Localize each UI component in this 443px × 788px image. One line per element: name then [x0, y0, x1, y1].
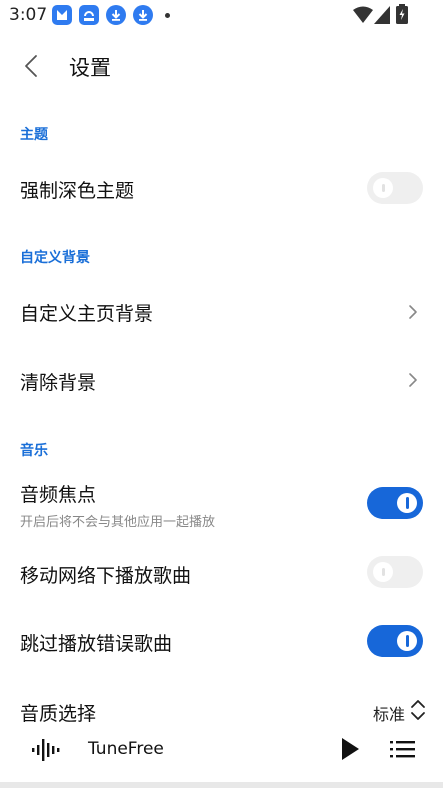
cloud-notification-icon: [79, 5, 99, 25]
section-title-background: 自定义背景: [20, 250, 90, 266]
setting-label: 跳过播放错误歌曲: [20, 633, 173, 655]
waveform-icon: [32, 739, 60, 761]
header: 设置: [0, 40, 443, 92]
status-bar: 3:07: [0, 0, 443, 32]
battery-icon: [396, 4, 408, 24]
quality-value: 标准: [372, 705, 405, 724]
section-title-music: 音乐: [20, 443, 48, 459]
back-button[interactable]: [16, 50, 48, 82]
play-icon: [342, 738, 359, 760]
chevron-up-down-icon: [411, 700, 425, 720]
setting-label: 清除背景: [20, 372, 97, 394]
setting-label: 音频焦点: [20, 484, 97, 506]
setting-clear-background[interactable]: 清除背景: [0, 350, 443, 410]
toggle-knob: [373, 562, 393, 582]
setting-force-dark-theme[interactable]: 强制深色主题: [0, 160, 443, 216]
setting-mobile-network-playback[interactable]: 移动网络下播放歌曲: [0, 542, 443, 602]
setting-label: 移动网络下播放歌曲: [20, 565, 192, 587]
download-icon: [133, 5, 153, 25]
setting-label: 自定义主页背景: [20, 303, 154, 325]
bottom-divider: [0, 782, 443, 788]
setting-description: 开启后将不会与其他应用一起播放: [20, 515, 216, 530]
toggle-knob: [397, 493, 417, 513]
player-title: TuneFree: [88, 739, 164, 759]
mini-player[interactable]: TuneFree: [0, 724, 443, 776]
status-time: 3:07: [9, 5, 48, 25]
chevron-left-icon: [25, 55, 37, 77]
force-dark-toggle[interactable]: [367, 172, 423, 204]
skip-errors-toggle[interactable]: [367, 625, 423, 657]
playlist-button[interactable]: [390, 738, 416, 760]
chevron-right-icon: [409, 305, 417, 319]
wifi-icon: [353, 6, 373, 23]
chevron-right-icon: [409, 373, 417, 387]
setting-label: 强制深色主题: [20, 180, 135, 202]
page-title: 设置: [69, 56, 111, 80]
audio-focus-toggle[interactable]: [367, 487, 423, 519]
setting-audio-quality[interactable]: 音质选择 标准: [0, 680, 443, 728]
play-button[interactable]: [338, 736, 362, 762]
setting-custom-home-background[interactable]: 自定义主页背景: [0, 282, 443, 342]
setting-label: 音质选择: [20, 703, 97, 725]
more-notifications-icon: [165, 13, 170, 18]
setting-skip-error-songs[interactable]: 跳过播放错误歌曲: [0, 610, 443, 670]
section-title-theme: 主题: [20, 127, 48, 143]
toggle-knob: [397, 631, 417, 651]
mobile-network-toggle[interactable]: [367, 556, 423, 588]
setting-audio-focus[interactable]: 音频焦点 开启后将不会与其他应用一起播放: [0, 472, 443, 534]
toggle-knob: [373, 178, 393, 198]
app-notification-icon: [52, 5, 72, 25]
playlist-icon: [390, 741, 415, 758]
signal-icon: [374, 6, 390, 24]
download-icon: [106, 5, 126, 25]
